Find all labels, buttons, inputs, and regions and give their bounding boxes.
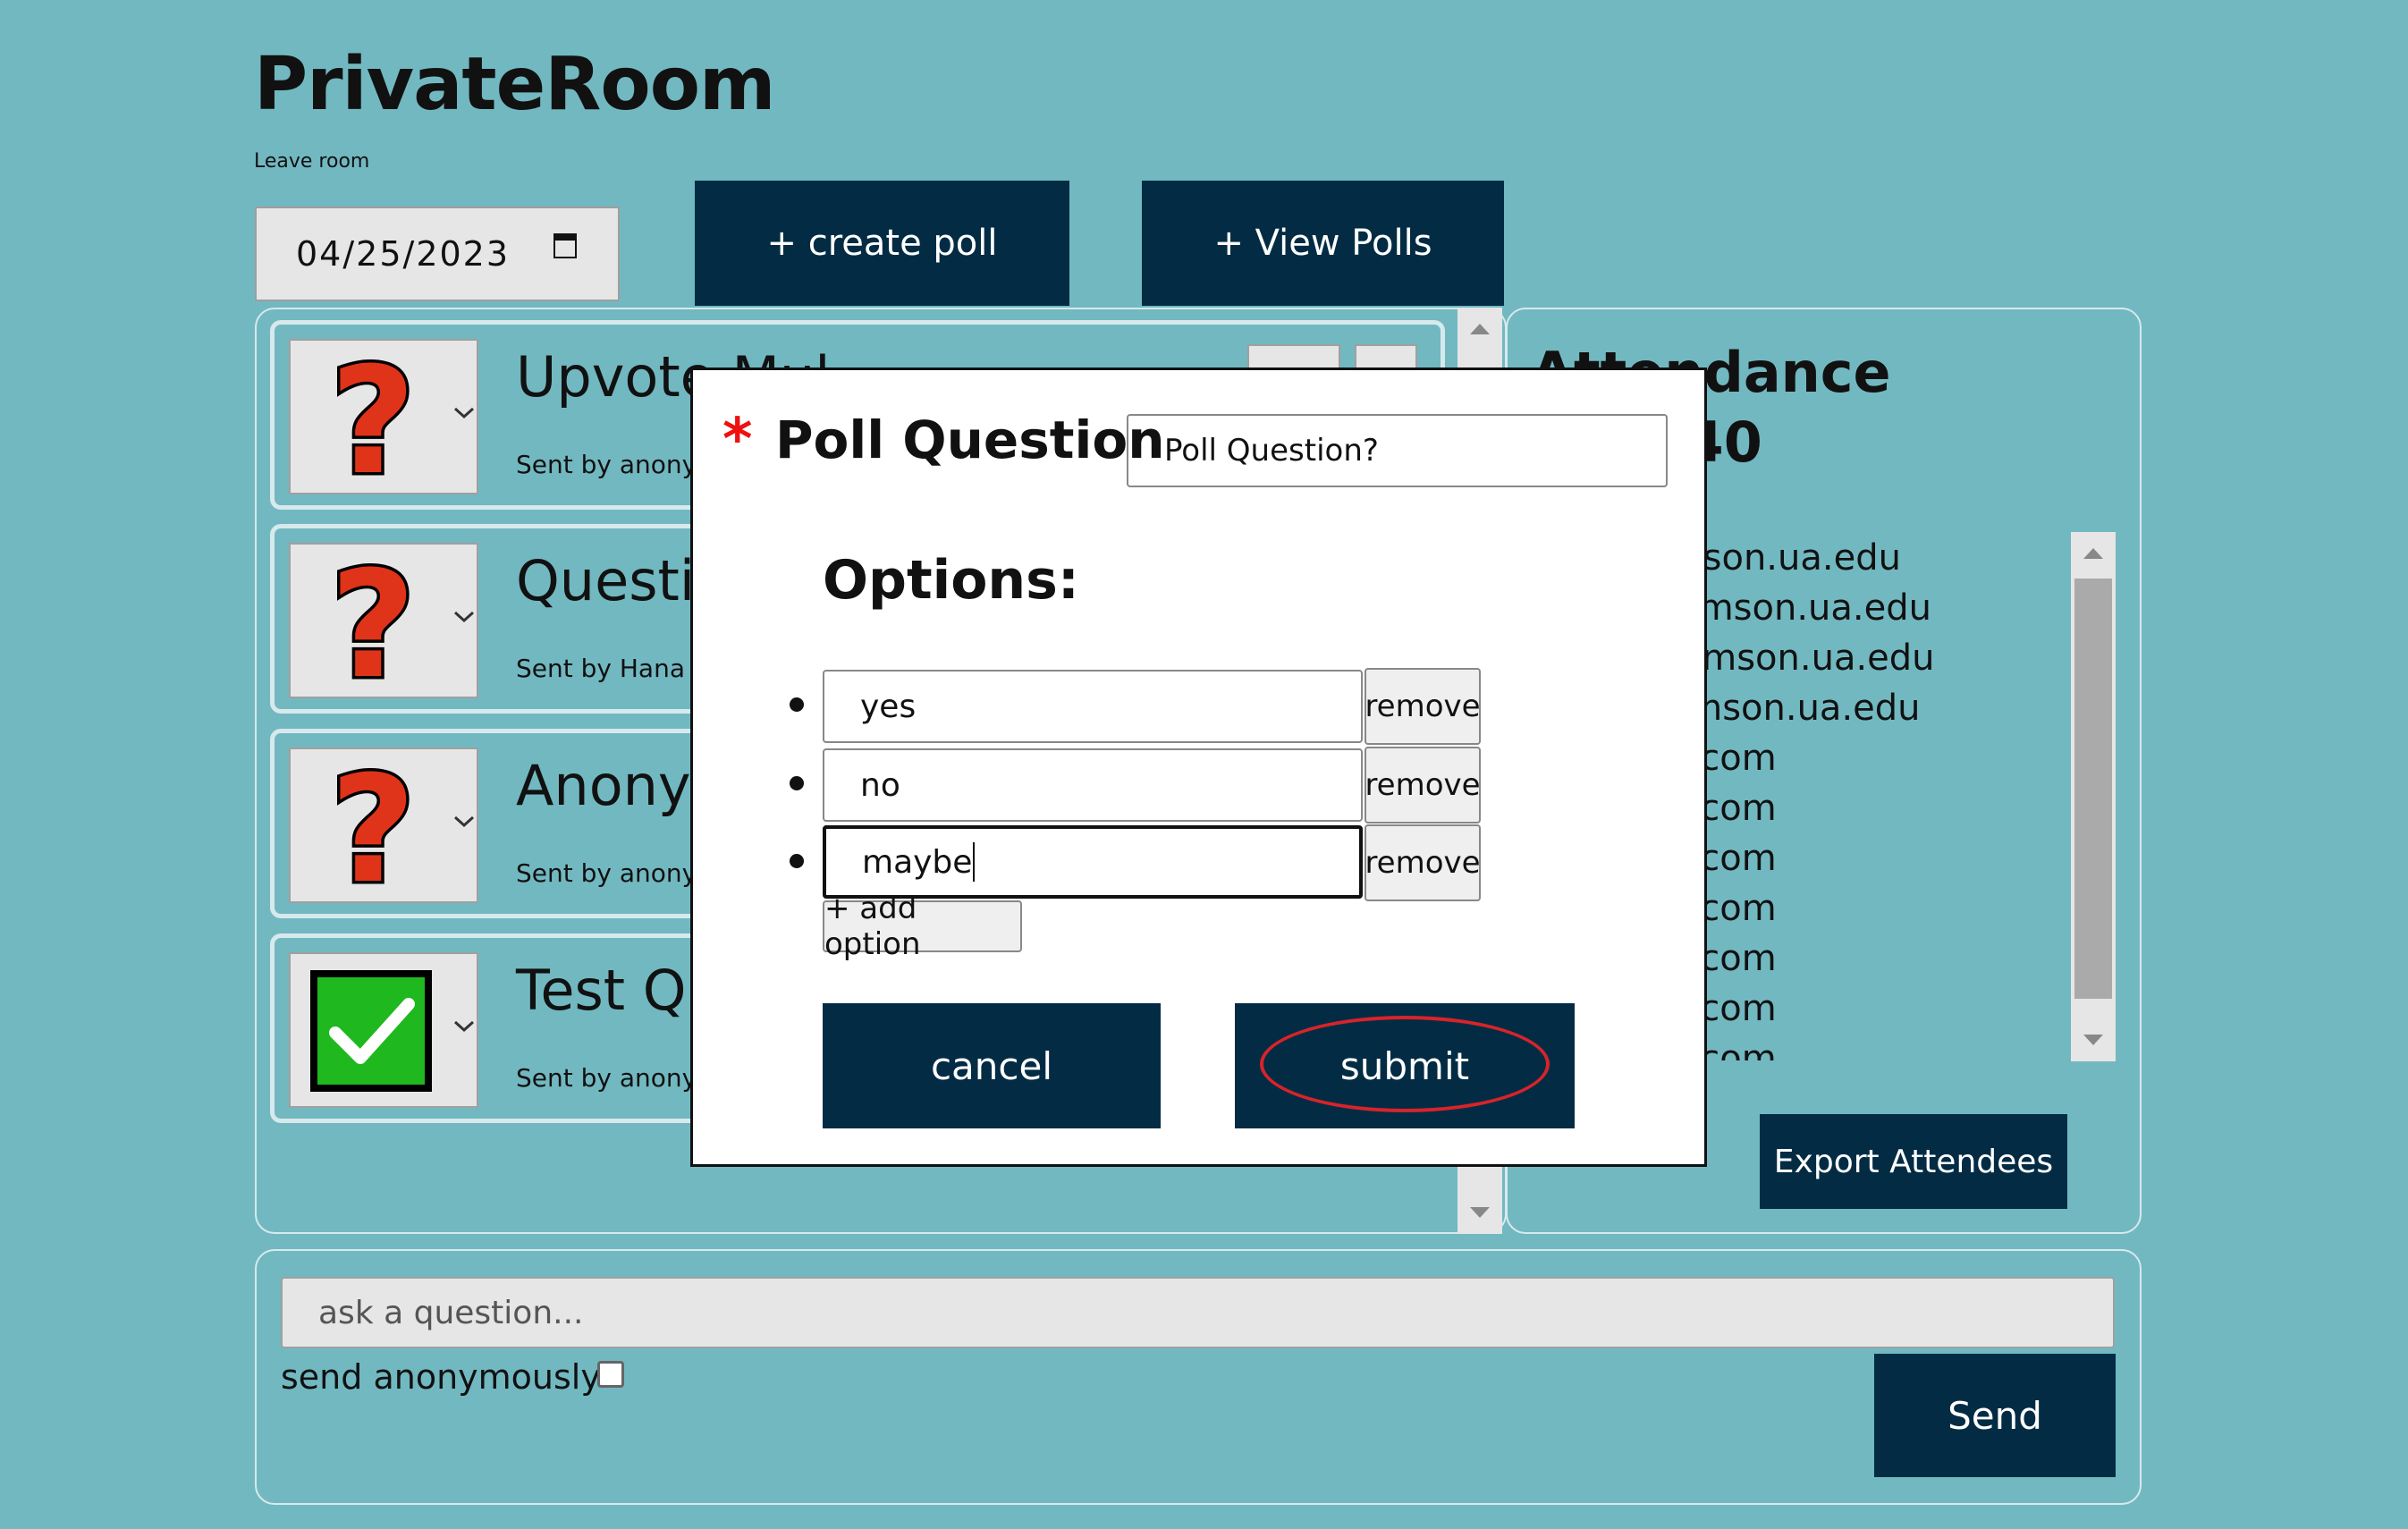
highlight-ring: [1260, 1016, 1550, 1112]
ask-question-input[interactable]: ask a question...: [281, 1277, 2115, 1348]
svg-text:?: ?: [330, 351, 416, 486]
scrollbar-thumb[interactable]: [2074, 579, 2112, 999]
text-cursor: [973, 842, 976, 882]
scroll-up-icon[interactable]: [1470, 324, 1490, 334]
submit-button[interactable]: submit: [1235, 1003, 1575, 1128]
send-anonymously-label: send anonymously: [281, 1357, 601, 1397]
option-input-text: maybe: [862, 843, 973, 881]
view-polls-button[interactable]: + View Polls: [1142, 181, 1504, 306]
svg-text:?: ?: [330, 555, 416, 689]
question-sender: Sent by anony: [516, 1063, 697, 1093]
question-status-dropdown[interactable]: [289, 952, 478, 1108]
option-bullet: [790, 697, 804, 712]
question-mark-icon: ?: [327, 555, 419, 689]
create-poll-button[interactable]: + create poll: [695, 181, 1069, 306]
chevron-down-icon: [453, 815, 475, 828]
leave-room-link[interactable]: Leave room: [254, 150, 369, 173]
options-heading: Options:: [823, 549, 1079, 612]
question-sender: Sent by Hana F: [516, 654, 707, 683]
poll-question-label: Poll Question: [775, 410, 1165, 470]
question-status-dropdown[interactable]: ?: [289, 748, 478, 903]
question-sender: Sent by anony: [516, 450, 697, 479]
question-sender: Sent by anony: [516, 858, 697, 888]
date-value: 04/25/2023: [296, 234, 511, 274]
question-mark-icon: ?: [327, 760, 419, 894]
poll-question-input[interactable]: Poll Question?: [1127, 414, 1668, 487]
send-anonymously-checkbox[interactable]: [597, 1361, 624, 1388]
option-input-focused[interactable]: maybe: [823, 825, 1363, 899]
export-attendees-button[interactable]: Export Attendees: [1760, 1114, 2067, 1209]
remove-option-button[interactable]: remove: [1365, 824, 1481, 901]
question-mark-icon: ?: [327, 351, 419, 486]
svg-text:?: ?: [330, 760, 416, 894]
date-picker[interactable]: 04/25/2023: [255, 207, 620, 301]
question-status-dropdown[interactable]: ?: [289, 339, 478, 494]
option-input[interactable]: yes: [823, 670, 1363, 743]
attendee-scrollbar[interactable]: [2071, 532, 2116, 1061]
calendar-icon[interactable]: [553, 232, 577, 258]
add-option-button[interactable]: + add option: [823, 891, 1022, 962]
page-title: PrivateRoom: [254, 42, 775, 127]
option-bullet: [790, 776, 804, 790]
remove-option-button[interactable]: remove: [1365, 747, 1481, 824]
remove-option-button[interactable]: remove: [1365, 668, 1481, 745]
option-input[interactable]: no: [823, 748, 1363, 822]
scroll-down-icon[interactable]: [2083, 1035, 2103, 1045]
question-status-dropdown[interactable]: ?: [289, 543, 478, 698]
scroll-down-icon[interactable]: [1470, 1207, 1490, 1218]
send-button[interactable]: Send: [1874, 1354, 2116, 1477]
chevron-down-icon: [453, 1020, 475, 1033]
option-bullet: [790, 854, 804, 868]
cancel-button[interactable]: cancel: [823, 1003, 1161, 1128]
required-marker: *: [722, 407, 753, 473]
scroll-up-icon[interactable]: [2083, 548, 2103, 559]
chevron-down-icon: [453, 407, 475, 419]
chevron-down-icon: [453, 611, 475, 623]
green-check-icon: [310, 970, 432, 1092]
